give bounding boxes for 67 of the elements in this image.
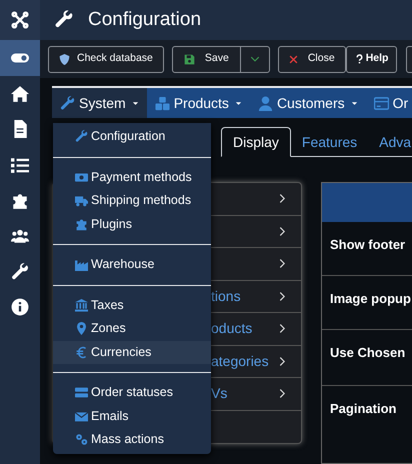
question-icon <box>354 53 364 65</box>
chevron-right-icon <box>278 388 287 400</box>
check-database-button[interactable]: Check database <box>48 46 164 72</box>
nav-menu-item[interactable]: Products <box>146 88 250 118</box>
puzzle-icon <box>74 218 88 231</box>
home-icon <box>11 84 29 103</box>
close-icon <box>288 54 298 64</box>
money-icon <box>74 170 88 184</box>
setting-label: Show footer <box>330 237 406 252</box>
menu-item[interactable]: Warehouse <box>53 253 211 276</box>
menu-item[interactable]: Emails <box>53 404 211 428</box>
dropdown-toggle[interactable] <box>240 46 270 72</box>
shield-icon <box>59 54 70 64</box>
truck-icon <box>74 194 88 208</box>
wrench-icon <box>74 130 88 144</box>
list-item-label: ategories <box>211 352 269 371</box>
chevron-right-icon <box>278 290 287 302</box>
list-item-label: Vs <box>211 384 228 404</box>
chevron-right-icon <box>278 323 287 334</box>
menu-item[interactable]: Mass actions <box>53 428 211 452</box>
nav-menu-item[interactable]: System <box>52 88 147 118</box>
menu-item[interactable]: Order statuses <box>53 381 211 404</box>
location-pin-icon <box>74 322 88 336</box>
menu-item[interactable]: Shipping methods <box>53 189 211 212</box>
list-icon <box>11 156 29 174</box>
logo-icon <box>11 11 29 29</box>
info-icon <box>11 298 29 316</box>
nav-menu-item[interactable]: Or <box>366 88 412 118</box>
chevron-right-icon <box>278 356 287 367</box>
floppy-icon <box>184 54 195 64</box>
gears-icon <box>74 433 88 446</box>
euro-icon <box>74 346 88 359</box>
puzzle-icon <box>11 192 29 210</box>
help-button[interactable]: Help <box>346 46 398 72</box>
factory-icon <box>74 258 88 272</box>
menu-item[interactable]: Taxes <box>53 294 211 317</box>
setting-label: Use Chosen <box>330 345 406 360</box>
envelope-icon <box>74 410 88 423</box>
list-item-label: tions <box>211 286 241 306</box>
chevron-down-icon <box>250 54 260 64</box>
setting-label: Image popup <box>330 291 411 306</box>
nav-menu-item[interactable]: Customers <box>250 88 366 118</box>
save-button[interactable]: Save <box>172 46 241 72</box>
menu-item[interactable]: Zones <box>53 317 211 340</box>
bank-icon <box>74 298 88 312</box>
page-title: Configuration <box>88 8 202 32</box>
wrench-icon <box>54 10 74 30</box>
menu-item[interactable]: Configuration <box>53 125 211 148</box>
menu-item[interactable]: Plugins <box>53 212 211 236</box>
setting-label: Pagination <box>330 401 396 416</box>
wrench-icon <box>11 262 29 281</box>
tab[interactable]: Adva <box>368 127 412 157</box>
card-icon <box>374 96 389 110</box>
chevron-right-icon <box>278 258 287 270</box>
cubes-icon <box>154 96 170 110</box>
menu-item[interactable]: Currencies <box>53 340 211 364</box>
chevron-right-icon <box>278 193 287 204</box>
menu-item[interactable]: Payment methods <box>53 166 211 189</box>
user-icon <box>258 96 273 110</box>
stack-icon <box>74 386 88 400</box>
tab[interactable]: Display <box>221 127 291 157</box>
list-item-label: oducts <box>211 319 252 338</box>
tab[interactable]: Features <box>290 127 368 157</box>
close-button[interactable]: Close <box>278 46 346 72</box>
chevron-right-icon <box>278 226 287 237</box>
wrench-icon <box>60 96 75 110</box>
users-icon <box>11 227 29 246</box>
